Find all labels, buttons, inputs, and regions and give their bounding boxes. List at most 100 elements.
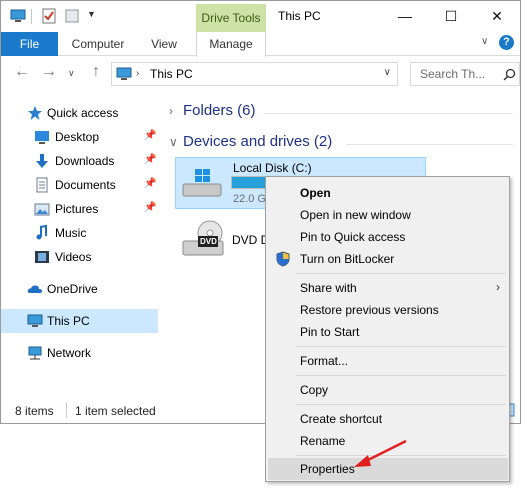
menu-item-label: Turn on BitLocker [300,252,395,266]
sidebar-item-quick-access[interactable]: Quick access [1,101,158,125]
drive-c-free-space: 22.0 G [233,193,267,205]
menu-item-label: Share with [300,281,357,295]
sidebar-item-network[interactable]: Network [1,341,158,365]
menu-item-copy[interactable]: Copy [268,379,508,401]
sidebar-item-this-pc[interactable]: This PC [1,309,158,333]
sidebar-item-label: OneDrive [47,282,98,296]
annotation-arrow-icon [354,439,407,467]
download-icon [36,154,48,168]
sidebar-item-videos[interactable]: Videos [1,245,158,269]
drive-tools-label: Drive Tools [196,4,266,32]
search-icon [503,68,516,81]
menu-item-label: Restore previous versions [300,303,439,317]
minimize-button[interactable]: — [382,1,428,31]
search-placeholder: Search Th... [420,67,486,81]
computer-icon [116,67,132,80]
sidebar-item-documents[interactable]: Documents 📌 [1,173,158,197]
sidebar-item-downloads[interactable]: Downloads 📌 [1,149,158,173]
menu-separator [296,273,506,274]
menu-item-open-new-window[interactable]: Open in new window [268,204,508,226]
tab-computer[interactable]: Computer [63,32,133,56]
close-button[interactable]: ✕ [474,1,520,31]
menu-item-label: Open [300,186,331,200]
pictures-icon [34,203,50,216]
sidebar-item-label: Videos [55,250,92,264]
menu-item-label: Properties [300,462,355,476]
sidebar-item-pictures[interactable]: Pictures 📌 [1,197,158,221]
menu-item-label: Pin to Quick access [300,230,406,244]
sidebar-item-label: Downloads [55,154,115,168]
maximize-button[interactable]: ☐ [428,1,474,31]
sidebar-item-label: Network [47,346,92,360]
documents-icon [36,177,48,193]
menu-item-share-with[interactable]: Share with › [268,277,508,299]
search-input[interactable]: Search Th... [410,62,520,86]
folders-header-label: Folders (6) [183,102,256,119]
customize-toolbar-icon[interactable]: ▼ [87,9,96,19]
group-divider [346,144,513,145]
pin-icon[interactable]: 📌 [144,154,156,165]
tab-view[interactable]: View [139,32,189,56]
address-path: This PC [150,67,193,81]
videos-icon [35,251,49,263]
context-menu: Open Open in new window Pin to Quick acc… [265,176,510,482]
menu-separator [296,375,506,376]
pin-icon[interactable]: 📌 [144,130,156,141]
breadcrumb-chevron-icon: › [136,68,140,79]
menu-item-bitlocker[interactable]: Turn on BitLocker [268,248,508,270]
title-bar: ▼ Drive Tools This PC — ☐ ✕ [1,1,520,32]
ribbon-collapse-icon[interactable]: ∨ [481,36,488,47]
menu-item-restore-versions[interactable]: Restore previous versions [268,299,508,321]
menu-item-label: Format... [300,354,349,368]
sidebar-item-music[interactable]: Music [1,221,158,245]
hard-drive-icon [182,169,222,197]
drive-c-name: Local Disk (C:) [233,161,312,175]
sidebar-item-label: Quick access [47,106,119,120]
sidebar-item-label: Music [55,226,87,240]
tab-file[interactable]: File [1,32,58,56]
sidebar-item-label: Pictures [55,202,99,216]
collapse-chevron-icon[interactable]: ∨ [169,135,183,149]
network-icon [28,346,42,360]
group-divider [263,113,513,114]
menu-item-create-shortcut[interactable]: Create shortcut [268,408,508,430]
new-folder-icon[interactable] [64,8,80,24]
menu-item-format[interactable]: Format... [268,350,508,372]
ribbon-tabs: File Computer View Manage ∨ ? [1,32,520,57]
address-bar[interactable]: › This PC ∨ [111,62,398,86]
drive-d-name[interactable]: DVD D [232,233,269,247]
tab-manage[interactable]: Manage [196,32,266,57]
computer-icon [27,314,43,327]
sidebar-item-desktop[interactable]: Desktop 📌 [1,125,158,149]
properties-icon[interactable] [41,8,57,24]
status-separator [66,403,67,418]
menu-separator [296,346,506,347]
dvd-label: DVD [200,237,217,246]
expand-chevron-icon[interactable]: › [169,104,183,118]
sidebar-item-onedrive[interactable]: OneDrive [1,277,158,301]
help-icon[interactable]: ? [499,35,514,50]
pin-icon[interactable]: 📌 [144,202,156,213]
recent-locations-icon[interactable]: ∨ [68,68,75,79]
menu-item-pin-quick-access[interactable]: Pin to Quick access [268,226,508,248]
status-selection: 1 item selected [75,404,156,418]
devices-group-header[interactable]: ∨ Devices and drives (2) [169,133,332,150]
folders-group-header[interactable]: › Folders (6) [169,102,256,119]
sidebar-item-label: Desktop [55,130,100,144]
toolbar-separator [31,9,32,24]
music-icon [36,225,47,240]
forward-icon[interactable]: → [39,63,59,81]
pin-icon[interactable]: 📌 [144,178,156,189]
menu-separator [296,404,506,405]
computer-icon[interactable] [10,8,26,24]
menu-item-label: Create shortcut [300,412,383,426]
menu-item-open[interactable]: Open [268,182,508,204]
back-icon[interactable]: ← [12,63,32,81]
submenu-arrow-icon: › [496,280,500,294]
drive-usage-fill [232,177,268,188]
up-icon[interactable]: ↑ [86,63,106,81]
sidebar-item-label: This PC [47,314,90,328]
address-dropdown-icon[interactable]: ∨ [384,67,391,78]
menu-item-pin-start[interactable]: Pin to Start [268,321,508,343]
desktop-icon [35,131,49,144]
